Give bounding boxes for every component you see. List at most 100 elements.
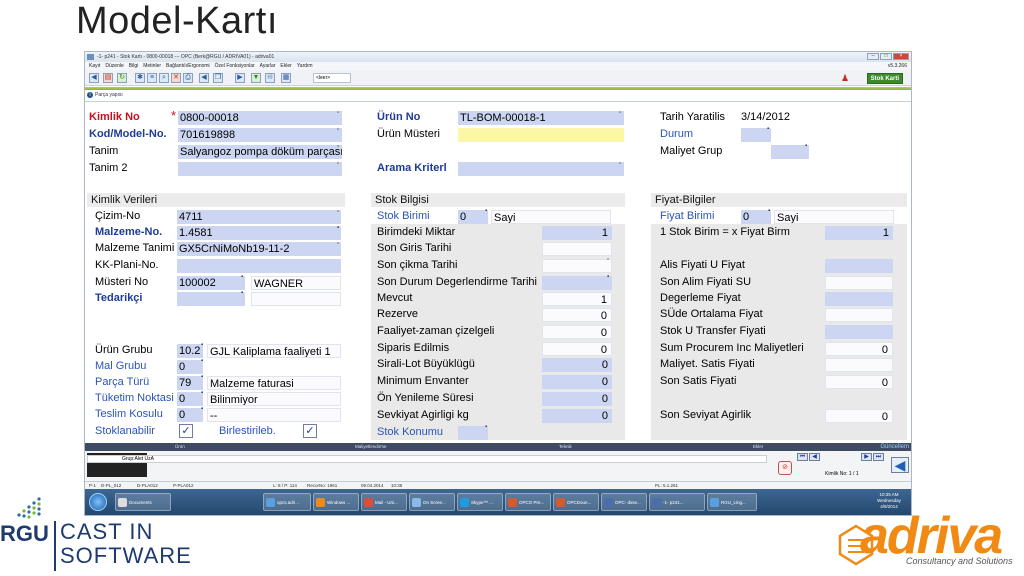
close-button[interactable]: × bbox=[893, 53, 909, 60]
malzeme-tanimi-field[interactable]: GX5CrNiMoNb19-11-2 bbox=[177, 242, 341, 256]
tab-urun[interactable]: Ürün bbox=[175, 443, 185, 451]
tab-teknik[interactable]: Teknik bbox=[559, 443, 572, 451]
malzeme-no-field[interactable]: 1.4581 bbox=[177, 226, 341, 240]
filter-icon[interactable]: ▼ bbox=[251, 73, 261, 83]
kimlik-no-field[interactable]: 0800-00018 bbox=[178, 111, 342, 125]
first-record-button[interactable]: ⏮ bbox=[797, 453, 808, 461]
prev-record-button[interactable]: ◀ bbox=[809, 453, 820, 461]
cizim-no-field[interactable]: 4711 bbox=[177, 210, 341, 224]
refresh-icon[interactable]: ↻ bbox=[117, 73, 127, 83]
urun-musteri-field[interactable] bbox=[458, 128, 624, 142]
birlestirileb-checkbox[interactable]: ✓ bbox=[303, 424, 317, 438]
taskbar-item[interactable]: OPCO Pre... bbox=[505, 493, 551, 511]
taskbar-item[interactable]: -1- p241... bbox=[649, 493, 705, 511]
dropdown-icon[interactable]: ▪ bbox=[805, 143, 811, 149]
user-alert-icon[interactable]: ♟ bbox=[841, 73, 851, 83]
previous-record-icon[interactable]: ◀ bbox=[199, 73, 209, 83]
stok-konumu-field[interactable] bbox=[458, 426, 488, 440]
degerleme-field[interactable] bbox=[825, 292, 893, 306]
print-icon[interactable]: ⎙ bbox=[183, 73, 193, 83]
sirali-lot-field[interactable]: 0 bbox=[542, 358, 612, 372]
parca-turu-field[interactable]: 79 bbox=[177, 376, 203, 390]
menu-ekler[interactable]: Ekler bbox=[280, 62, 291, 70]
tuketim-noktasi-field[interactable]: 0 bbox=[177, 392, 203, 406]
lookup-icon[interactable]: ▫ bbox=[607, 257, 613, 263]
dropdown-icon[interactable]: ▪ bbox=[241, 290, 247, 296]
breadcrumb-label[interactable]: Parça yapısı bbox=[95, 92, 123, 98]
menu-ozel-fonksiyonlar[interactable]: Özel Fonksiyonlar bbox=[215, 62, 255, 70]
taskbar-item[interactable]: OPCDoun... bbox=[553, 493, 599, 511]
menu-bilgi[interactable]: Bilgi bbox=[129, 62, 138, 70]
lookup-icon[interactable]: ▫ bbox=[619, 110, 625, 116]
musteri-no-field[interactable]: 100002 bbox=[177, 276, 245, 290]
binoculars-icon[interactable]: ♾ bbox=[265, 73, 275, 83]
taskbar-item[interactable]: Windows ... bbox=[313, 493, 359, 511]
sevkiyat-agirligi-field[interactable]: 0 bbox=[542, 409, 612, 423]
delete-icon[interactable]: ✕ bbox=[171, 73, 181, 83]
dropdown-icon[interactable]: ▪ bbox=[767, 126, 773, 132]
taskbar-item[interactable]: Skype™ ... bbox=[457, 493, 503, 511]
menu-ayarlar[interactable]: Ayarlar bbox=[260, 62, 276, 70]
menu-metinler[interactable]: Metinler bbox=[143, 62, 161, 70]
taskbar-item[interactable]: OPC- dsse... bbox=[601, 493, 647, 511]
transfer-fiyati-field[interactable] bbox=[825, 325, 893, 339]
lookup-icon[interactable]: ▪ bbox=[337, 225, 343, 231]
tab-maliyetlendirme[interactable]: Maliyetlendirme bbox=[355, 443, 387, 451]
tanim-field[interactable]: Salyangoz pompa döküm parçası bbox=[178, 145, 342, 159]
maliyet-grup-field[interactable] bbox=[771, 145, 809, 159]
tab-guncelleme[interactable]: Güncellem bbox=[880, 443, 909, 451]
stok-fiyat-oran-field[interactable]: 1 bbox=[825, 226, 893, 240]
copy-icon[interactable]: ❐ bbox=[213, 73, 223, 83]
maximize-button[interactable]: □ bbox=[880, 53, 892, 60]
lookup-icon[interactable]: ▫ bbox=[337, 110, 343, 116]
menu-yardim[interactable]: Yardım bbox=[297, 62, 313, 70]
taskbar-item[interactable]: On Scree... bbox=[409, 493, 455, 511]
new-record-icon[interactable]: ✱ bbox=[135, 73, 145, 83]
menu-baglantili[interactable]: Bağlantılı/Ergonomi bbox=[166, 62, 210, 70]
play-icon[interactable]: ▶ bbox=[235, 73, 245, 83]
dropdown-icon[interactable]: ▪ bbox=[485, 424, 491, 430]
taskbar-item[interactable]: opcs.adri... bbox=[263, 493, 311, 511]
kod-model-field[interactable]: 701619898 bbox=[178, 128, 342, 142]
stok-birimi-field[interactable]: 0 bbox=[458, 210, 488, 224]
taskbar-item[interactable]: Mail - Uni... bbox=[361, 493, 407, 511]
tanim2-field[interactable] bbox=[178, 162, 342, 176]
lookup-icon[interactable]: ▫ bbox=[337, 241, 343, 247]
list-icon[interactable]: ≡ bbox=[147, 73, 157, 83]
back-arrow-icon[interactable]: ◀ bbox=[891, 457, 909, 473]
toolbar-select[interactable]: <leer> bbox=[313, 73, 351, 83]
delete-record-icon[interactable]: ⊘ bbox=[778, 461, 792, 475]
fiyat-birimi-field[interactable]: 0 bbox=[741, 210, 771, 224]
lookup-icon[interactable]: ▫ bbox=[337, 161, 343, 167]
dropdown-icon[interactable]: ▪ bbox=[241, 274, 247, 280]
kk-plani-field[interactable] bbox=[177, 259, 341, 273]
lookup-icon[interactable]: ▫ bbox=[619, 161, 625, 167]
stok-karti-button[interactable]: Stok Karti bbox=[866, 73, 903, 84]
taskbar-item[interactable]: RGU_Ling... bbox=[707, 493, 757, 511]
dropdown-icon[interactable]: ▪ bbox=[607, 274, 613, 280]
on-yenileme-field[interactable]: 0 bbox=[542, 392, 612, 406]
urun-no-field[interactable]: TL-BOM-00018-1 bbox=[458, 111, 624, 125]
navigate-back-icon[interactable]: ◀ bbox=[89, 73, 99, 83]
menu-kayit[interactable]: Kayıt bbox=[89, 62, 100, 70]
mal-grubu-field[interactable]: 0 bbox=[177, 360, 203, 374]
lookup-icon[interactable]: ▫ bbox=[337, 127, 343, 133]
arama-kriteri-field[interactable] bbox=[458, 162, 624, 176]
report-icon[interactable]: ▤ bbox=[103, 73, 113, 83]
search-icon[interactable]: ⌕ bbox=[159, 73, 169, 83]
tedarikci-field[interactable] bbox=[177, 292, 245, 306]
stoklanabilir-checkbox[interactable]: ✓ bbox=[179, 424, 193, 438]
alis-fiyati-field[interactable] bbox=[825, 259, 893, 273]
minimum-envanter-field[interactable]: 0 bbox=[542, 375, 612, 389]
son-durum-tarihi-field[interactable] bbox=[542, 276, 612, 290]
minimize-button[interactable]: – bbox=[867, 53, 879, 60]
grid-icon[interactable]: ▦ bbox=[281, 73, 291, 83]
tab-ekler[interactable]: Ekler bbox=[753, 443, 763, 451]
lookup-icon[interactable]: ▫ bbox=[337, 144, 343, 150]
menu-duzenle[interactable]: Düzenle bbox=[105, 62, 123, 70]
dropdown-icon[interactable]: ▪ bbox=[201, 358, 207, 364]
last-record-button[interactable]: ⏭ bbox=[873, 453, 884, 461]
birimdeki-miktar-field[interactable]: 1 bbox=[542, 226, 612, 240]
next-record-button[interactable]: ▶ bbox=[861, 453, 872, 461]
urun-grubu-field[interactable]: 10.2 bbox=[177, 344, 203, 358]
